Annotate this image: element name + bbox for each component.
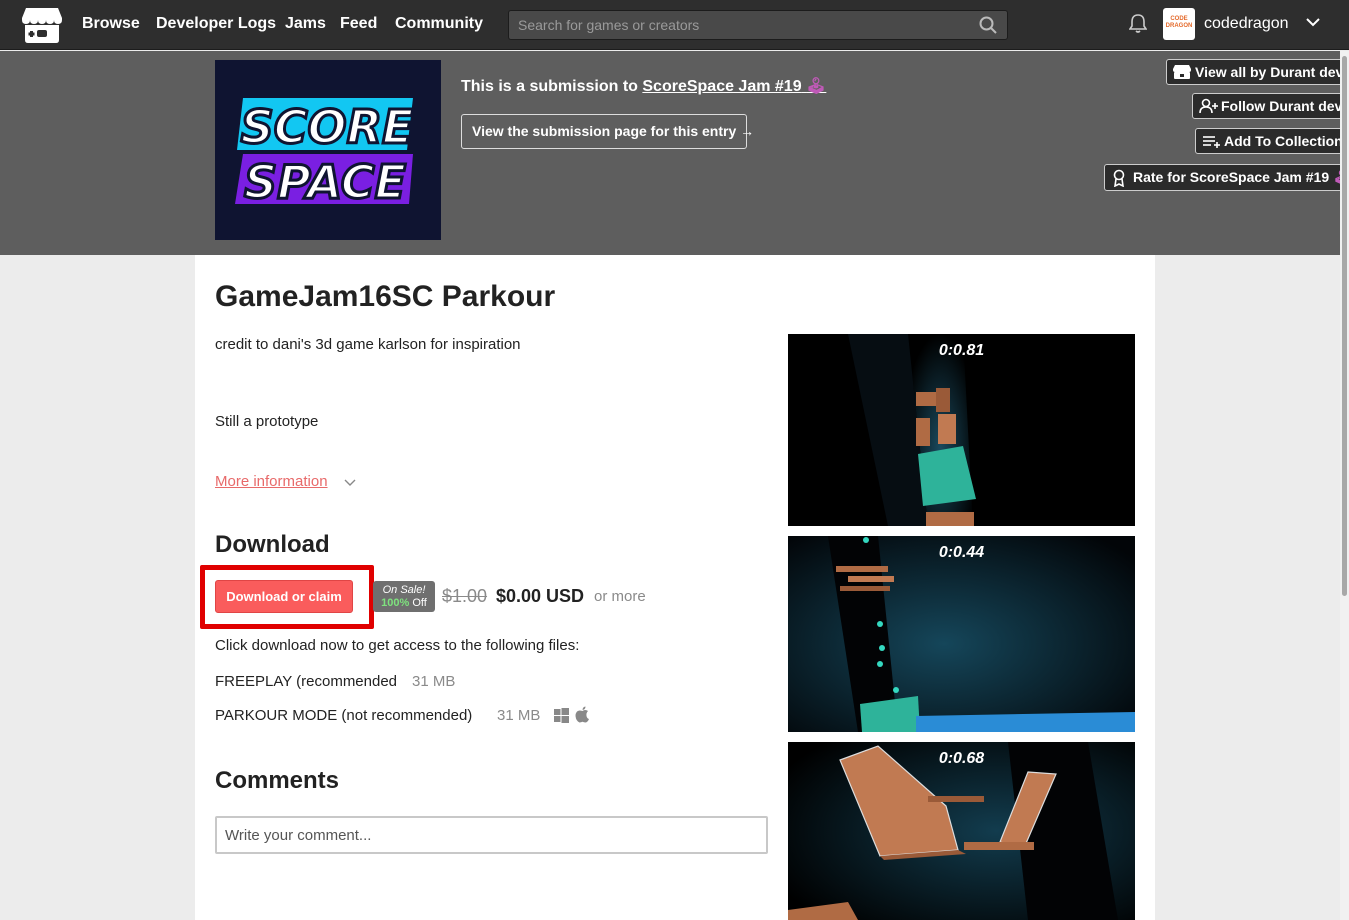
chevron-down-icon[interactable] <box>344 479 356 487</box>
screenshot-timer: 0:0.44 <box>938 544 985 561</box>
current-price: $0.00 USD <box>496 586 585 606</box>
file-name: PARKOUR MODE (not recommended) <box>215 707 473 724</box>
itchio-small-icon <box>1173 65 1191 79</box>
original-price: $1.00 <box>442 586 488 606</box>
jam-cover-image[interactable]: SCORE SPACE <box>215 60 441 240</box>
file-size: 31 MB <box>412 673 456 690</box>
jam-link[interactable]: ScoreSpace Jam #19 🕹 <box>642 78 826 95</box>
rate-for-jam-button[interactable]: Rate for ScoreSpace Jam #19 🕹 <box>1104 164 1349 191</box>
search-icon[interactable] <box>979 16 997 34</box>
game-screenshot[interactable]: 0:0.68 <box>788 742 1135 920</box>
comment-input[interactable] <box>215 816 768 854</box>
follow-dev-button[interactable]: Follow Durant dev <box>1192 93 1349 119</box>
add-user-icon <box>1199 98 1218 114</box>
game-screenshot[interactable]: 0:0.81 <box>788 334 1135 526</box>
sale-badge: On Sale! 100% Off <box>373 581 435 612</box>
sale-label: On Sale! <box>382 584 426 596</box>
search-input[interactable] <box>509 11 979 39</box>
top-navigation-bar: Browse Developer Logs Jams Feed Communit… <box>0 0 1349 50</box>
nav-jams-link[interactable]: Jams <box>285 15 326 33</box>
username-label[interactable]: codedragon <box>1204 15 1289 33</box>
notifications-bell-icon[interactable] <box>1129 13 1147 33</box>
file-name: FREEPLAY (recommended <box>215 673 398 690</box>
submission-notice: This is a submission to ScoreSpace Jam #… <box>461 76 826 96</box>
screenshot-timer: 0:0.68 <box>938 750 985 767</box>
award-ribbon-icon <box>1113 169 1125 187</box>
joystick-icon: 🕹 <box>806 78 827 95</box>
cover-text-space: SPACE <box>244 155 406 209</box>
more-information-link[interactable]: More information <box>215 473 328 490</box>
download-heading: Download <box>215 531 330 558</box>
itchio-logo-icon[interactable] <box>22 6 62 44</box>
sale-percent: 100% <box>381 597 410 609</box>
cover-text-score: SCORE <box>241 100 414 154</box>
game-screenshot[interactable]: 0:0.44 <box>788 536 1135 732</box>
add-to-collection-button[interactable]: Add To Collection <box>1195 128 1349 154</box>
game-description-line: credit to dani's 3d game karlson for ins… <box>215 336 521 353</box>
game-title: GameJam16SC Parkour <box>215 280 556 313</box>
user-menu-chevron-down-icon[interactable] <box>1305 16 1321 28</box>
or-more-label: or more <box>594 588 646 605</box>
windows-icon <box>554 708 569 723</box>
nav-feed-link[interactable]: Feed <box>340 15 377 33</box>
highlight-box <box>200 565 374 629</box>
comments-heading: Comments <box>215 767 340 794</box>
screenshot-timer: 0:0.81 <box>938 342 985 359</box>
search-bar <box>508 10 1008 40</box>
view-all-by-dev-button[interactable]: View all by Durant dev <box>1166 59 1349 85</box>
nav-developer-logs-link[interactable]: Developer Logs <box>156 15 276 33</box>
page-scrollbar-thumb[interactable] <box>1342 56 1347 596</box>
user-avatar[interactable]: CODE DRAGON <box>1163 8 1195 40</box>
file-size: 31 MB <box>497 707 541 724</box>
files-intro-text: Click download now to get access to the … <box>215 637 580 654</box>
apple-icon <box>575 706 589 723</box>
view-submission-button[interactable]: View the submission page for this entry … <box>461 114 754 149</box>
submission-prefix: This is a submission to <box>461 78 638 95</box>
add-to-list-icon <box>1203 136 1220 148</box>
sale-suffix: Off <box>412 597 427 609</box>
nav-browse-link[interactable]: Browse <box>82 15 140 33</box>
game-description-line: Still a prototype <box>215 413 319 430</box>
avatar-text: CODE DRAGON <box>1165 16 1193 29</box>
nav-community-link[interactable]: Community <box>395 15 483 33</box>
arrow-right-icon: → <box>740 123 755 139</box>
